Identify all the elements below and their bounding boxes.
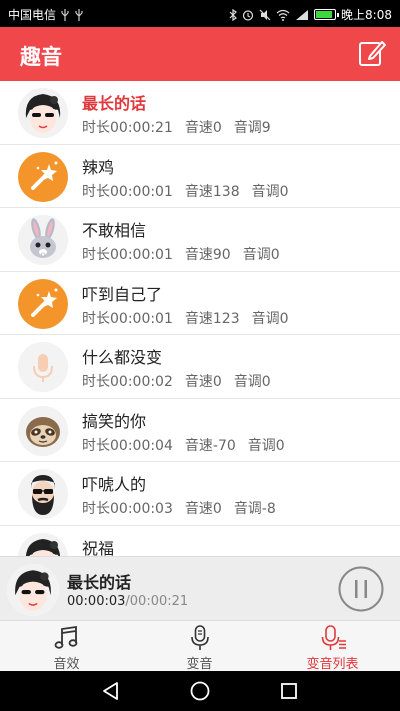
item-pitch: 音调0 (251, 310, 289, 327)
item-title: 最长的话 (82, 94, 147, 113)
item-duration: 时长00:00:01 (82, 310, 173, 327)
list-item[interactable]: 辣鸡时长00:00:01 音速138 音调0 (0, 145, 400, 208)
mute-icon (259, 9, 271, 20)
magic-wand-avatar (18, 278, 68, 329)
rabbit-avatar (18, 215, 68, 265)
girl-avatar (18, 88, 68, 138)
alarm-icon (242, 9, 254, 21)
magic-wand-avatar (18, 151, 68, 202)
item-title: 吓到自己了 (82, 284, 163, 304)
item-meta: 时长00:00:02 音速0 音调0 (82, 371, 271, 391)
back-icon[interactable] (99, 679, 123, 703)
girl-avatar (7, 564, 59, 616)
item-title: 不敢相信 (82, 221, 147, 240)
item-duration: 时长00:00:21 (82, 120, 173, 136)
app-bar: 趣音 (0, 27, 400, 81)
status-bar: 中国电信 晚上8:08 (0, 0, 400, 27)
tab-voice-change[interactable]: 变音 (133, 621, 266, 672)
item-speed: 音速138 (184, 183, 240, 200)
item-duration: 时长00:00:03 (82, 501, 173, 517)
navigation-bar (0, 671, 400, 711)
item-duration: 时长00:00:01 (82, 247, 173, 263)
tab-label: 音效 (53, 657, 80, 672)
app-title: 趣音 (20, 45, 62, 69)
item-duration: 时长00:00:01 (82, 183, 173, 200)
item-speed: 音速0 (184, 374, 222, 390)
item-speed: 音速90 (184, 247, 231, 263)
sloth-avatar (18, 405, 68, 456)
list-item[interactable]: 搞笑的你时长00:00:04 音速-70 音调0 (0, 399, 400, 462)
item-speed: 音速123 (184, 310, 240, 327)
item-speed: 音速0 (184, 120, 222, 136)
list-item[interactable]: 吓唬人的时长00:00:03 音速0 音调-8 (0, 462, 400, 526)
tab-sound-effects[interactable]: 音效 (0, 621, 133, 672)
item-title: 祝福 (82, 538, 115, 557)
now-playing-title: 最长的话 (67, 573, 132, 592)
tab-label: 变音 (186, 657, 213, 672)
item-speed: 音速0 (184, 501, 222, 517)
item-meta: 时长00:00:03 音速0 音调-8 (82, 498, 276, 518)
item-pitch: 音调0 (251, 183, 289, 200)
list-item[interactable]: 不敢相信时长00:00:01 音速90 音调0 (0, 208, 400, 272)
microphone-list-icon (321, 625, 346, 650)
item-title: 搞笑的你 (82, 411, 147, 431)
battery-icon (314, 9, 340, 20)
item-speed: 音速-70 (184, 437, 236, 454)
playback-time: 00:00:03/00:00:21 (67, 594, 188, 609)
item-title: 辣鸡 (82, 157, 115, 177)
item-pitch: 音调-8 (233, 501, 276, 517)
wifi-icon (276, 9, 290, 21)
item-meta: 时长00:00:04 音速-70 音调0 (82, 435, 285, 455)
list-item[interactable]: 祝福 (0, 526, 400, 557)
voice-list: 最长的话时长00:00:21 音速0 音调9 辣鸡时长00:00:01 音速138 音调0… (0, 81, 400, 556)
list-item[interactable]: 吓到自己了时长00:00:01 音速123 音调0 (0, 272, 400, 335)
list-item[interactable]: 什么都没变时长00:00:02 音速0 音调0 (0, 335, 400, 399)
tab-voice-list[interactable]: 变音列表 (266, 621, 399, 672)
item-duration: 时长00:00:02 (82, 374, 173, 390)
item-duration: 时长00:00:04 (82, 437, 173, 454)
girl-avatar (18, 532, 68, 556)
item-pitch: 音调9 (233, 120, 271, 136)
microphone-avatar (18, 342, 68, 392)
home-icon[interactable] (188, 679, 212, 703)
usb-icon (61, 8, 69, 21)
edit-icon[interactable] (358, 39, 386, 67)
music-note-icon (54, 625, 77, 649)
bearded-man-avatar (18, 469, 68, 519)
current-time: 00:00:03 (67, 594, 126, 609)
total-time: 00:00:21 (129, 594, 189, 609)
item-meta: 时长00:00:01 音速123 音调0 (82, 308, 289, 328)
item-meta: 时长00:00:01 音速90 音调0 (82, 244, 280, 264)
signal-icon (296, 9, 309, 20)
item-pitch: 音调0 (233, 374, 271, 390)
item-meta: 时长00:00:01 音速138 音调0 (82, 181, 289, 201)
bluetooth-icon (229, 8, 237, 21)
pause-icon[interactable] (338, 566, 384, 612)
item-title: 什么都没变 (82, 348, 163, 367)
item-pitch: 音调0 (247, 437, 285, 454)
item-title: 吓唬人的 (82, 475, 147, 494)
microphone-icon (190, 625, 209, 650)
tab-bar: 音效 变音 变音列表 (0, 620, 400, 672)
usb-icon (75, 8, 83, 21)
item-meta: 时长00:00:21 音速0 音调9 (82, 117, 271, 137)
item-pitch: 音调0 (242, 247, 280, 263)
carrier-label: 中国电信 (8, 8, 57, 22)
recents-icon[interactable] (277, 679, 301, 703)
tab-label: 变音列表 (306, 657, 359, 672)
list-item[interactable]: 最长的话时长00:00:21 音速0 音调9 (0, 81, 400, 145)
now-playing-bar[interactable]: 最长的话 00:00:03/00:00:21 (0, 556, 400, 620)
clock: 晚上8:08 (341, 8, 392, 22)
